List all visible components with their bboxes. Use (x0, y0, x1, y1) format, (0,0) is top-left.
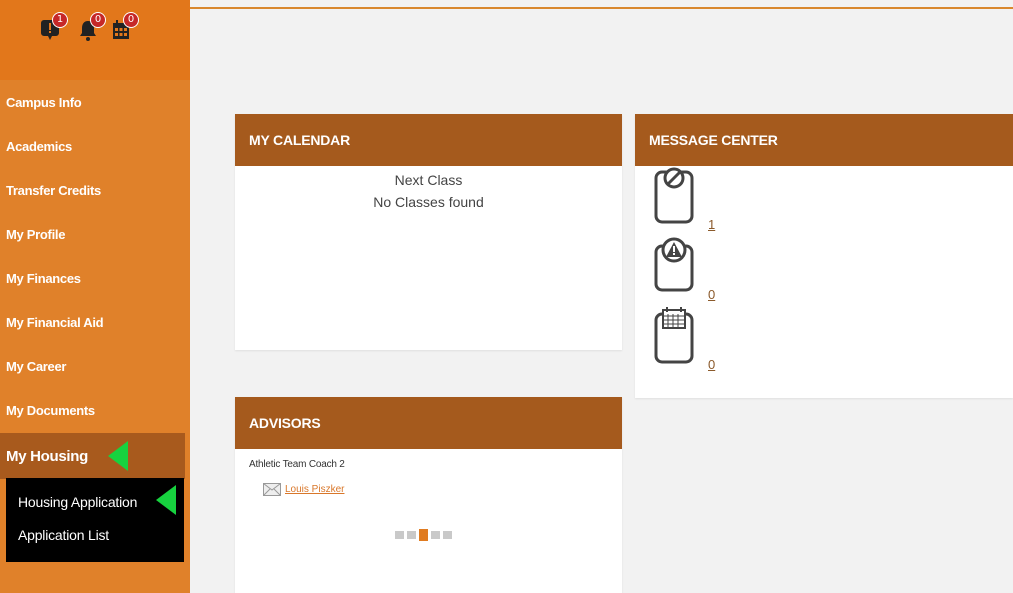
submenu-item-housing-application[interactable]: Housing Application (18, 494, 137, 510)
nav-item-transfer-credits[interactable]: Transfer Credits (0, 168, 190, 212)
sidebar: 1 0 0 Campus Info Academics Transfer Cre… (0, 0, 190, 593)
carousel-pagination (395, 529, 452, 541)
carousel-dot[interactable] (443, 531, 452, 539)
top-divider (190, 7, 1013, 9)
nav-item-my-documents[interactable]: My Documents (0, 388, 190, 432)
nav-item-academics[interactable]: Academics (0, 124, 190, 168)
message-row[interactable] (653, 164, 695, 231)
highlight-arrow-icon (156, 485, 176, 515)
nav-item-campus-info[interactable]: Campus Info (0, 80, 190, 124)
next-class-label: Next Class (394, 172, 463, 188)
event-row[interactable] (653, 302, 695, 369)
submenu-item-application-list[interactable]: Application List (18, 527, 109, 543)
message-count-link[interactable]: 1 (708, 217, 715, 232)
advisor-name-link[interactable]: Louis Piszker (285, 484, 344, 495)
message-center-panel: MESSAGE CENTER 1 0 0 (635, 114, 1013, 398)
bell-notification[interactable]: 0 (78, 12, 106, 42)
calendar-count-badge: 0 (123, 12, 139, 28)
carousel-dot[interactable] (431, 531, 440, 539)
highlight-arrow-icon (108, 441, 128, 471)
nav-item-my-profile[interactable]: My Profile (0, 212, 190, 256)
nav-item-my-finances[interactable]: My Finances (0, 256, 190, 300)
no-classes-text: No Classes found (373, 194, 484, 210)
carousel-dot[interactable] (407, 531, 416, 539)
calendar-notification[interactable]: 0 (111, 12, 139, 42)
nav-item-my-financial-aid[interactable]: My Financial Aid (0, 300, 190, 344)
warning-row[interactable] (653, 232, 695, 299)
alerts-notification[interactable]: 1 (40, 12, 68, 42)
no-entry-icon (654, 167, 694, 224)
warning-count-link[interactable]: 0 (708, 287, 715, 302)
carousel-dot-active[interactable] (419, 529, 428, 541)
nav-item-my-career[interactable]: My Career (0, 344, 190, 388)
envelope-icon (263, 483, 281, 496)
notification-bar: 1 0 0 (0, 0, 190, 80)
calendar-panel: MY CALENDAR Next Class No Classes found (235, 114, 622, 350)
alerts-count-badge: 1 (52, 12, 68, 28)
warning-icon (654, 237, 694, 292)
advisors-title: ADVISORS (235, 397, 622, 449)
nav-item-my-housing[interactable]: My Housing (0, 433, 185, 479)
calendar-panel-title: MY CALENDAR (235, 114, 622, 166)
advisor-role: Athletic Team Coach 2 (249, 459, 345, 470)
advisors-panel: ADVISORS Athletic Team Coach 2 Louis Pis… (235, 397, 622, 593)
calendar-icon (654, 307, 694, 364)
bell-count-badge: 0 (90, 12, 106, 28)
message-center-title: MESSAGE CENTER (635, 114, 1013, 166)
advisor-contact[interactable]: Louis Piszker (263, 483, 344, 496)
event-count-link[interactable]: 0 (708, 357, 715, 372)
carousel-dot[interactable] (395, 531, 404, 539)
